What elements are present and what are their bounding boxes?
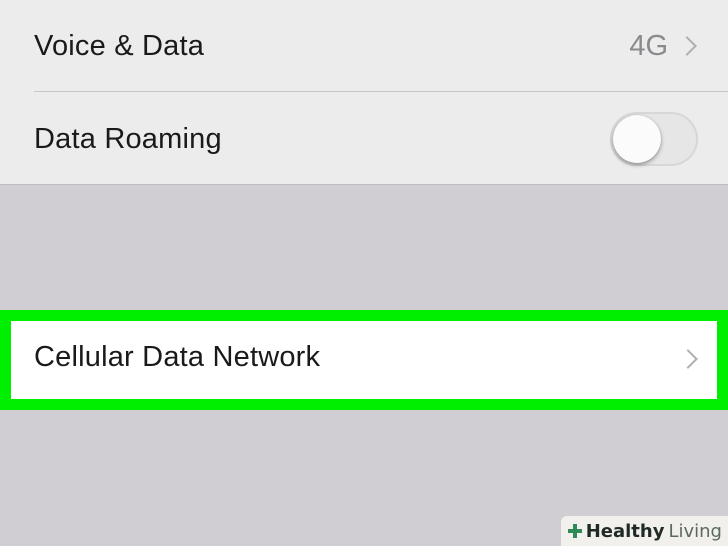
data-roaming-toggle[interactable] [610,112,698,166]
voice-data-row[interactable]: Voice & Data 4G [0,0,728,92]
watermark-brand-light: Living [668,520,722,542]
chevron-right-icon [678,349,698,369]
voice-data-label: Voice & Data [34,30,205,62]
cellular-data-network-label: Cellular Data Network [34,341,321,373]
cellular-data-network-row[interactable]: Cellular Data Network [11,321,717,399]
voice-data-value: 4G [629,30,668,62]
watermark-brand-bold: Healthy [585,520,665,542]
chevron-right-icon [677,36,697,56]
data-roaming-label: Data Roaming [34,123,222,155]
cellular-settings-group: Voice & Data 4G Data Roaming [0,0,728,185]
data-roaming-row: Data Roaming [0,92,728,184]
settings-screen: Voice & Data 4G Data Roaming Cellular Da… [0,0,728,546]
plus-leaf-icon [567,524,582,538]
watermark: Healthy Living [560,516,728,546]
toggle-knob [613,115,661,163]
highlight-frame: Cellular Data Network [0,310,728,410]
